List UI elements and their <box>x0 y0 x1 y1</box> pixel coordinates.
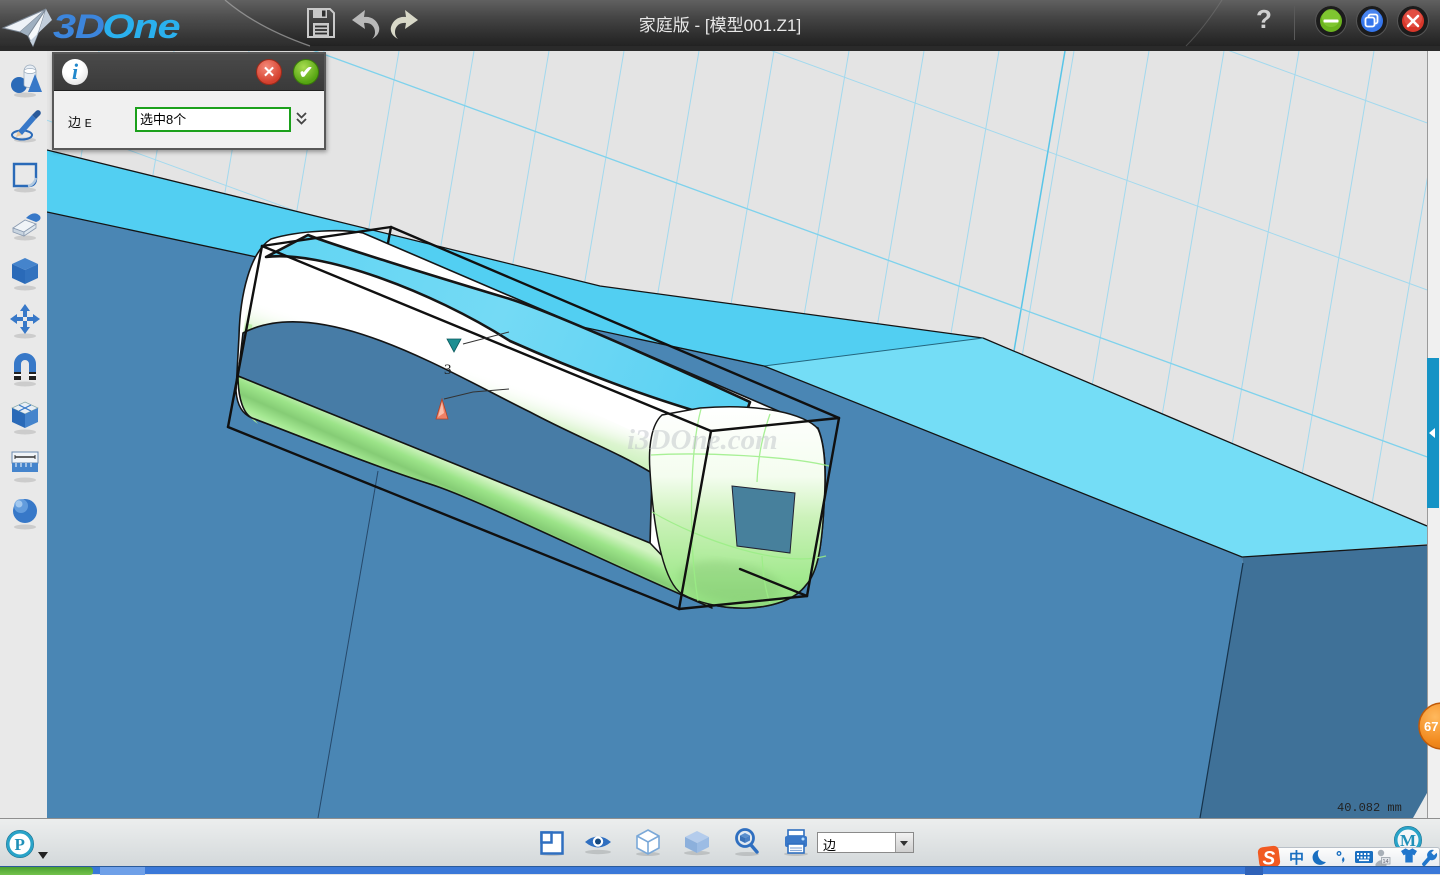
svg-text:14: 14 <box>1383 859 1389 865</box>
svg-text:67: 67 <box>1424 719 1438 734</box>
svg-text:3: 3 <box>444 362 452 378</box>
svg-text:i3DOne.com: i3DOne.com <box>627 424 778 456</box>
svg-text:P: P <box>15 835 25 854</box>
svg-text:40.082 mm: 40.082 mm <box>1337 801 1402 815</box>
svg-text:中: 中 <box>1289 849 1304 867</box>
